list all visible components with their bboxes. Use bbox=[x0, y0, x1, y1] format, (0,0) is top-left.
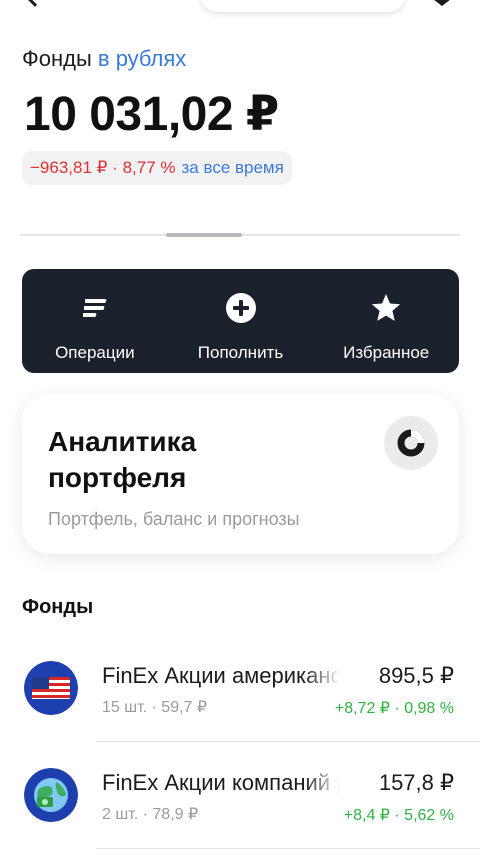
fund-price: 157,8 ₽ bbox=[378, 770, 454, 795]
list-separator bbox=[96, 848, 480, 849]
currency-switch-link[interactable]: в рублях bbox=[98, 46, 186, 71]
top-up-button[interactable]: Пополнить bbox=[168, 269, 314, 373]
drag-handle[interactable] bbox=[166, 233, 242, 237]
plus-circle-icon bbox=[225, 291, 257, 325]
fund-price: 895,5 ₽ bbox=[378, 663, 454, 688]
page-title: Фонды в рублях bbox=[22, 46, 186, 72]
analytics-title: Аналитика портфеля bbox=[48, 426, 197, 493]
usa-flag-icon bbox=[24, 661, 78, 715]
funds-section-title: Фонды bbox=[22, 596, 94, 618]
fund-quantity: 2 шт. · 78,9 ₽ bbox=[102, 806, 199, 823]
balance-change-value: −963,81 ₽ · 8,77 % bbox=[30, 158, 176, 177]
operations-label: Операции bbox=[55, 343, 135, 362]
star-icon bbox=[370, 291, 402, 325]
fund-name: FinEx Акции компаний развивающихся стран bbox=[102, 770, 340, 795]
page-title-main: Фонды bbox=[22, 46, 92, 71]
fund-list-item[interactable]: FinEx Акции американских компаний 15 шт.… bbox=[0, 661, 480, 749]
fund-quantity: 15 шт. · 59,7 ₽ bbox=[102, 699, 208, 716]
favorites-label: Избранное bbox=[343, 343, 430, 362]
portfolio-analytics-card[interactable]: Аналитика портфеля Портфель, баланс и пр… bbox=[22, 394, 459, 554]
operations-icon bbox=[81, 291, 109, 325]
balance-change-period[interactable]: за все время bbox=[182, 158, 284, 178]
fund-gain: +8,4 ₽ · 5,62 % bbox=[343, 807, 454, 824]
donut-chart-icon bbox=[384, 416, 438, 470]
top-up-label: Пополнить bbox=[197, 343, 284, 362]
operations-button[interactable]: Операции bbox=[22, 269, 168, 373]
analytics-subtitle: Портфель, баланс и прогнозы bbox=[48, 509, 300, 529]
fund-list-item[interactable]: FinEx Акции компаний развивающихся стран… bbox=[0, 768, 480, 854]
fund-name: FinEx Акции американских компаний bbox=[102, 663, 340, 688]
account-switcher[interactable] bbox=[200, 0, 406, 12]
fund-gain: +8,72 ₽ · 0,98 % bbox=[334, 700, 454, 717]
list-separator bbox=[96, 741, 480, 742]
globe-icon bbox=[24, 768, 78, 822]
balance-change-badge[interactable]: −963,81 ₽ · 8,77 % за все время bbox=[22, 151, 292, 185]
back-arrow-icon[interactable] bbox=[25, 0, 45, 7]
action-bar: Операции Пополнить Избранное bbox=[22, 269, 459, 373]
portfolio-balance: 10 031,02 ₽ bbox=[24, 88, 279, 141]
top-bar bbox=[0, 0, 480, 14]
favorites-button[interactable]: Избранное bbox=[313, 269, 459, 373]
shield-icon[interactable] bbox=[428, 0, 456, 6]
